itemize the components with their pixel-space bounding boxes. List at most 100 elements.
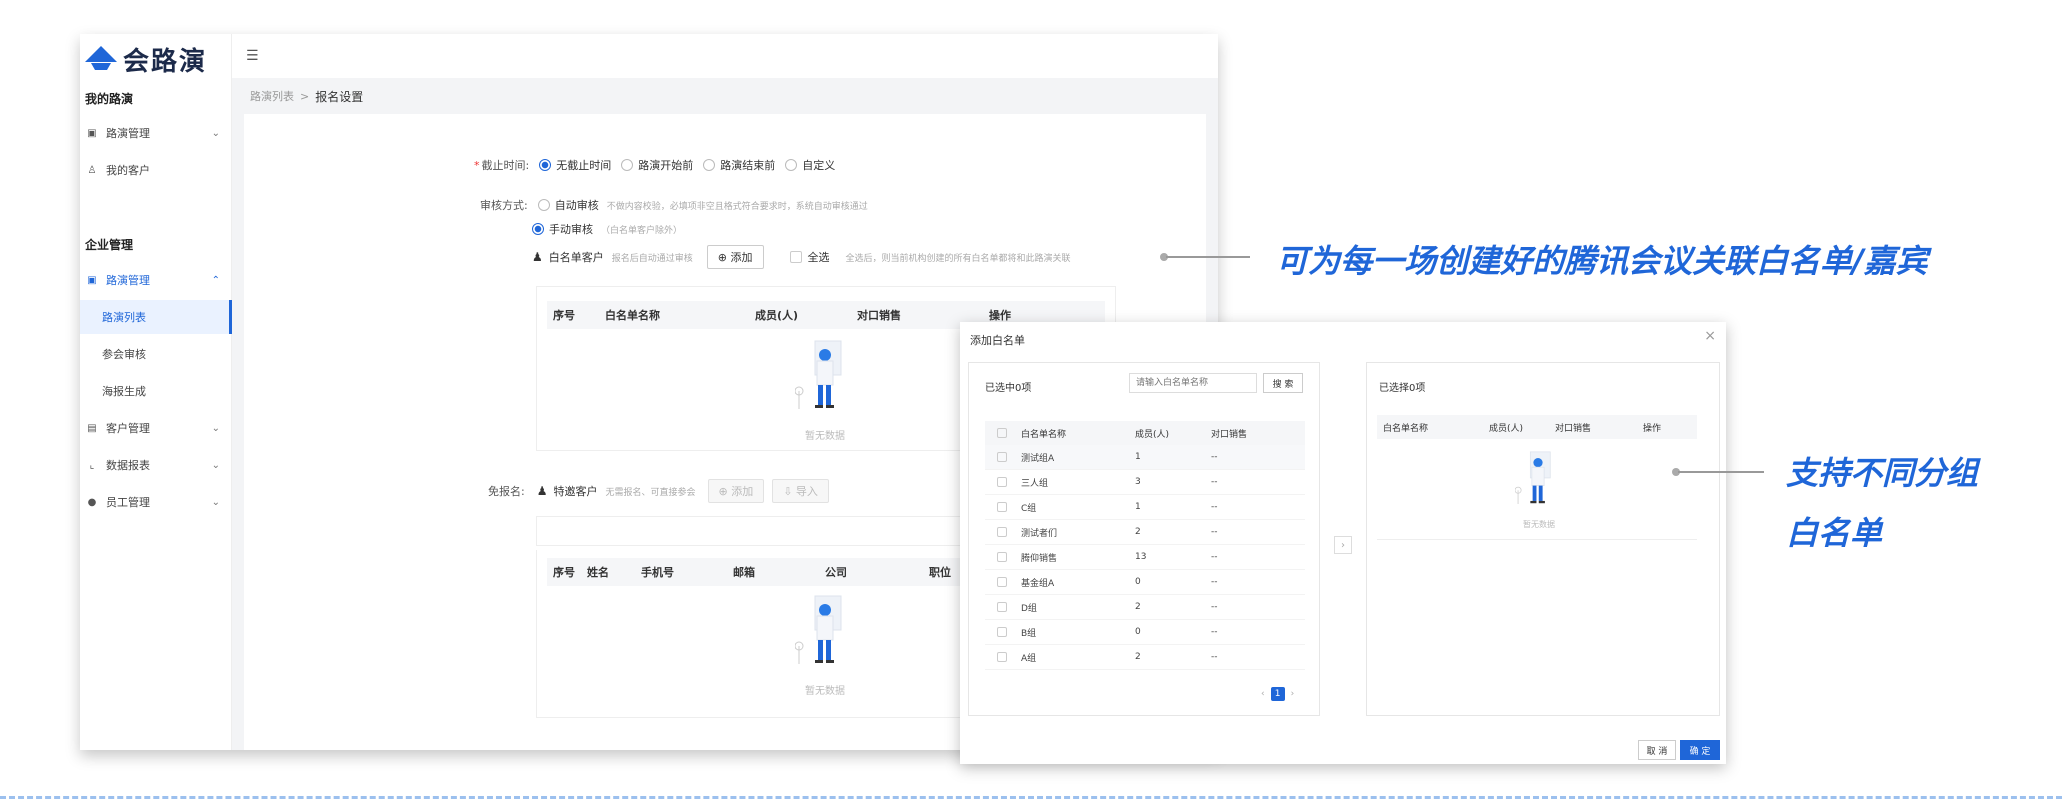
col-header: 对口销售 (1211, 429, 1248, 440)
breadcrumb-parent[interactable]: 路演列表 (250, 88, 294, 104)
row-checkbox[interactable] (997, 502, 1007, 512)
badge-icon: ▣ (87, 127, 97, 139)
col-header: 白名单名称 (605, 309, 660, 322)
row-checkbox[interactable] (997, 602, 1007, 612)
table-row[interactable]: D组 2 -- (985, 595, 1305, 620)
available-panel: 已选中0项 搜 索 白名单名称 成员(人) 对口销售 测试组A 1 -- 三人组 3 -… (968, 362, 1320, 716)
sidebar-item-label: 路演列表 (102, 311, 146, 324)
row-checkbox[interactable] (997, 527, 1007, 537)
row-count: 1 (1135, 502, 1141, 512)
row-sales: -- (1211, 577, 1218, 587)
selected-panel: 已选择0项 白名单名称 成员(人) 对口销售 操作 暂无数据 (1366, 362, 1720, 716)
row-sales: -- (1211, 627, 1218, 637)
table-row[interactable]: 三人组 3 -- (985, 470, 1305, 495)
row-checkbox[interactable] (997, 477, 1007, 487)
whitelist-search-input[interactable] (1129, 373, 1257, 393)
cancel-button[interactable]: 取 消 (1638, 740, 1676, 760)
table-row[interactable]: 测试组A 1 -- (985, 445, 1305, 470)
available-table: 白名单名称 成员(人) 对口销售 测试组A 1 -- 三人组 3 -- C组 1 -- 测试… (985, 421, 1305, 670)
table-row[interactable]: 测试者们 2 -- (985, 520, 1305, 545)
vip-hint: 无需报名、可直接参会 (605, 487, 696, 498)
sidebar-item-label: 路演管理 (106, 127, 150, 140)
col-header: 对口销售 (857, 309, 901, 322)
row-name: C组 (1021, 503, 1037, 514)
option-label: 自定义 (802, 159, 836, 172)
auto-review-hint: 不做内容校验，必填项非空且格式符合要求时，系统自动审核通过 (606, 201, 868, 212)
table-row[interactable]: B组 0 -- (985, 620, 1305, 645)
radio-before-start[interactable] (621, 159, 634, 171)
manual-review-row: 手动审核 （白名单客户除外） (532, 221, 682, 237)
breadcrumb-separator: > (300, 89, 310, 103)
confirm-button[interactable]: 确 定 (1680, 740, 1720, 760)
sidebar-item-roadshow-manage[interactable]: ▣ 路演管理 ⌄ (80, 116, 232, 150)
sidebar-item-label: 客户管理 (106, 422, 150, 435)
selected-table-header: 白名单名称 成员(人) 对口销售 操作 (1377, 415, 1697, 439)
row-checkbox[interactable] (997, 577, 1007, 587)
exempt-row: 免报名: ♟ 特邀客户 无需报名、可直接参会 ⊕ 添加 ⇩ 导入 (488, 478, 829, 504)
deadline-row: * 截止时间: 无截止时间 路演开始前 路演结束前 自定义 (474, 158, 836, 173)
app-logo[interactable]: 会路演 (85, 38, 207, 80)
table-row[interactable]: C组 1 -- (985, 495, 1305, 520)
row-name: A组 (1021, 653, 1037, 664)
prev-page-icon[interactable]: ‹ (1261, 689, 1265, 699)
available-header: 已选中0项 (985, 383, 1032, 394)
radio-auto-review[interactable] (537, 199, 550, 211)
whitelist-add-button[interactable]: ⊕ 添加 (706, 245, 764, 269)
sidebar-item-attendance-review[interactable]: 参会审核 (80, 337, 232, 371)
manual-review-hint: （白名单客户除外） (601, 225, 683, 236)
radio-manual-review[interactable] (532, 223, 544, 235)
row-count: 3 (1135, 477, 1141, 487)
review-label: 审核方式: (480, 199, 528, 212)
select-all-checkbox[interactable] (789, 251, 802, 263)
whitelist-hint: 报名后自动通过审核 (611, 253, 693, 264)
contacts-icon: ▤ (87, 422, 97, 434)
sidebar-item-reports[interactable]: ⌞ 数据报表 ⌄ (80, 448, 232, 482)
option-label: 路演开始前 (638, 159, 694, 172)
sidebar-item-customer-manage[interactable]: ▤ 客户管理 ⌄ (80, 411, 232, 445)
radio-before-end[interactable] (703, 159, 716, 171)
vip-add-button[interactable]: ⊕ 添加 (707, 479, 765, 503)
table-row[interactable]: 基金组A 0 -- (985, 570, 1305, 595)
table-row[interactable]: A组 2 -- (985, 645, 1305, 670)
divider (1377, 539, 1697, 540)
sidebar-item-roadshow-list[interactable]: 路演列表 (80, 300, 232, 334)
chevron-down-icon: ⌄ (211, 459, 220, 471)
col-header: 白名单名称 (1383, 423, 1429, 434)
callout-groups-line2: 白名单 (1786, 514, 1883, 552)
col-header: 成员(人) (1135, 429, 1170, 440)
row-name: 基金组A (1021, 578, 1055, 589)
radio-custom[interactable] (785, 159, 798, 171)
table-row[interactable]: 腾仰销售 13 -- (985, 545, 1305, 570)
header-checkbox[interactable] (997, 428, 1007, 438)
select-all-hint: 全选后，则当前机构创建的所有白名单都将和此路演关联 (845, 253, 1071, 264)
row-sales: -- (1211, 477, 1218, 487)
col-header: 白名单名称 (1021, 429, 1067, 440)
row-checkbox[interactable] (997, 652, 1007, 662)
row-checkbox[interactable] (997, 452, 1007, 462)
search-button[interactable]: 搜 索 (1263, 373, 1303, 393)
review-row: 审核方式: 自动审核 不做内容校验，必填项非空且格式符合要求时，系统自动审核通过 (480, 197, 868, 213)
pagination: ‹ 1 › (1261, 687, 1294, 701)
row-checkbox[interactable] (997, 627, 1007, 637)
col-header: 成员(人) (755, 309, 799, 322)
col-header: 公司 (825, 566, 847, 579)
sidebar-item-enterprise-roadshow-manage[interactable]: ▣ 路演管理 ⌃ (80, 263, 232, 297)
close-icon[interactable]: × (1704, 328, 1716, 344)
radio-no-deadline[interactable] (539, 159, 552, 171)
sidebar-item-label: 我的客户 (106, 164, 150, 177)
sidebar-item-my-customers[interactable]: ♙ 我的客户 (80, 153, 232, 187)
menu-collapse-icon[interactable]: ☰ (246, 48, 259, 64)
user-icon: ♙ (87, 164, 97, 176)
sidebar-item-staff[interactable]: ● 员工管理 ⌄ (80, 485, 232, 519)
vip-import-button[interactable]: ⇩ 导入 (772, 479, 829, 503)
next-page-icon[interactable]: › (1291, 689, 1295, 699)
row-count: 13 (1135, 552, 1147, 562)
sidebar-item-label: 海报生成 (102, 385, 146, 398)
transfer-right-button[interactable]: › (1334, 536, 1352, 554)
sidebar-item-poster[interactable]: 海报生成 (80, 374, 232, 408)
vip-label: 特邀客户 (553, 485, 598, 498)
whitelist-user-icon: ♟ (532, 250, 543, 264)
row-checkbox[interactable] (997, 552, 1007, 562)
add-whitelist-dialog: 添加白名单 × 已选中0项 搜 索 白名单名称 成员(人) 对口销售 测试组A 1… (960, 322, 1726, 764)
page-1[interactable]: 1 (1270, 687, 1285, 701)
